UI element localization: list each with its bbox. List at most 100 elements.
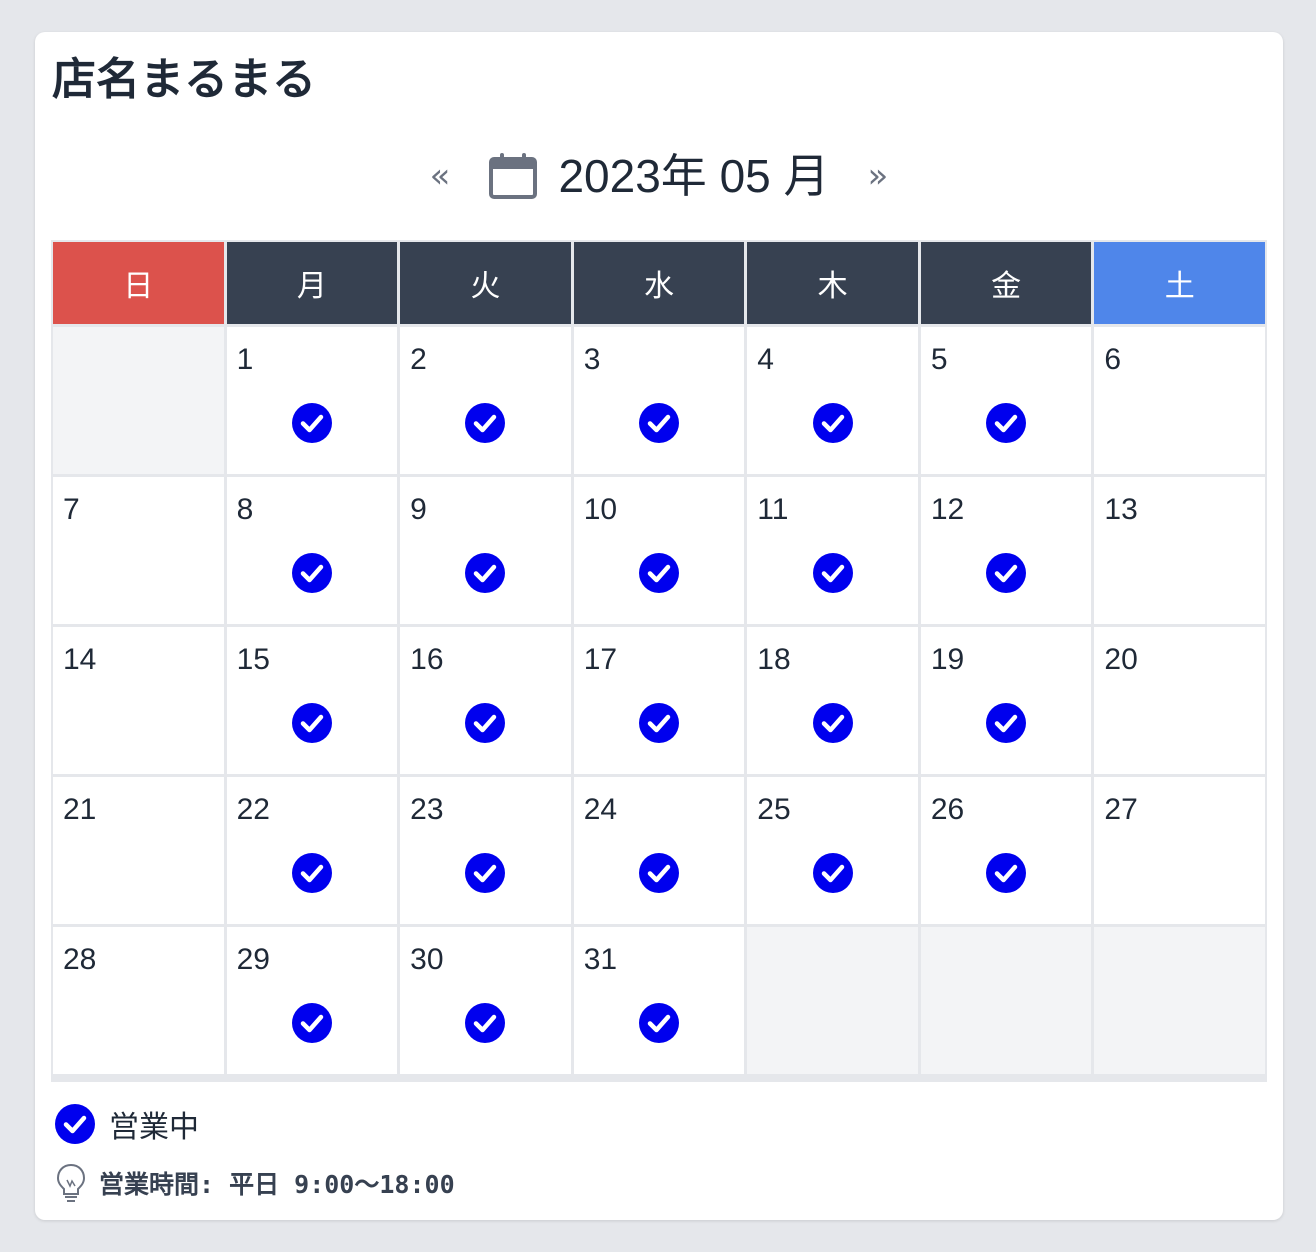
calendar-day-16[interactable]: 16 [400,627,571,774]
day-number: 25 [757,793,791,826]
open-check-icon [291,853,332,893]
calendar-day-20[interactable]: 20 [1094,627,1265,774]
open-check-icon [638,1003,679,1043]
calendar-day-21[interactable]: 21 [53,777,224,924]
calendar-day-19[interactable]: 19 [920,627,1092,774]
shop-name: 店名まるまる [52,54,316,105]
calendar-day-9[interactable]: 9 [400,477,571,624]
calendar-day-31[interactable]: 31 [573,927,745,1074]
calendar-day-4[interactable]: 4 [747,327,918,474]
open-check-icon [812,853,853,893]
day-number: 4 [757,343,774,376]
calendar-day-8[interactable]: 8 [226,477,398,624]
day-number: 31 [583,943,618,976]
calendar-day-25[interactable]: 25 [747,777,918,924]
day-number: 13 [1104,493,1138,526]
day-number: 11 [757,493,789,526]
calendar-day-26[interactable]: 26 [920,777,1092,924]
calendar-day-14[interactable]: 14 [53,627,224,774]
day-number: 29 [236,943,270,976]
calendar-day-11[interactable]: 11 [747,477,918,624]
calendar-day-22[interactable]: 22 [226,777,398,924]
next-month-button[interactable]: » [858,144,899,208]
day-number: 17 [583,643,618,676]
calendar-day-15[interactable]: 15 [226,627,398,774]
day-number: 3 [583,343,601,376]
calendar-day-empty [53,327,224,474]
open-check-icon [986,403,1027,443]
open-check-icon [638,703,679,743]
open-check-icon [638,403,679,443]
calendar-day-2[interactable]: 2 [400,327,571,474]
open-check-icon [638,553,679,593]
calendar-day-23[interactable]: 23 [400,777,571,924]
open-check-icon [291,1003,332,1043]
day-number: 20 [1104,643,1138,676]
day-number: 19 [930,643,965,676]
calendar-day-30[interactable]: 30 [400,927,571,1074]
calendar-day-3[interactable]: 3 [573,327,745,474]
calendar-grid: 日月火水木金土 1 2 3 4 5 6 7 8 9 10 11 12 13 14 15 16 17 18 19 20 21… [51,240,1267,1082]
calendar-day-17[interactable]: 17 [573,627,745,774]
weekday-header-mon: 月 [226,242,398,324]
day-number: 7 [63,493,80,526]
calendar-day-18[interactable]: 18 [747,627,918,774]
day-number: 26 [930,793,965,826]
calendar-day-1[interactable]: 1 [226,327,398,474]
open-check-icon [465,853,506,893]
day-number: 9 [410,493,427,526]
calendar-day-7[interactable]: 7 [53,477,224,624]
lightbulb-icon [56,1163,86,1202]
calendar-day-empty [920,927,1092,1074]
check-circle-icon [55,1104,95,1144]
open-check-icon [812,403,853,443]
weekday-header-thu: 木 [747,242,918,324]
day-number: 16 [410,643,444,676]
day-number: 12 [930,493,965,526]
calendar-day-28[interactable]: 28 [53,927,224,1074]
day-number: 18 [757,643,791,676]
prev-month-button[interactable]: « [420,144,461,208]
open-check-icon [812,553,853,593]
weekday-header-sat: 土 [1094,242,1265,324]
day-number: 28 [63,943,97,976]
weekday-header-wed: 水 [573,242,745,324]
calendar-day-27[interactable]: 27 [1094,777,1265,924]
day-number: 10 [583,493,618,526]
business-hours: 営業時間: 平日 9:00〜18:00 [55,1162,455,1204]
open-check-icon [986,703,1027,743]
calendar-day-13[interactable]: 13 [1094,477,1265,624]
day-number: 23 [410,793,444,826]
day-number: 30 [410,943,444,976]
day-number: 15 [236,643,270,676]
calendar-day-5[interactable]: 5 [920,327,1092,474]
day-number: 8 [236,493,254,526]
day-number: 22 [236,793,270,826]
calendar-day-29[interactable]: 29 [226,927,398,1074]
calendar-day-24[interactable]: 24 [573,777,745,924]
weekday-header-tue: 火 [400,242,571,324]
open-check-icon [986,553,1027,593]
calendar-day-10[interactable]: 10 [573,477,745,624]
calendar-day-empty [1094,927,1265,1074]
day-number: 21 [63,793,97,826]
legend-open-label: 営業中 [109,1110,199,1145]
weekday-header-sun: 日 [53,242,224,324]
current-month-label: 2023年 05 月 [558,150,830,202]
open-check-icon [465,553,506,593]
open-check-icon [986,853,1027,893]
open-check-icon [465,703,506,743]
open-check-icon [465,1003,506,1043]
open-check-icon [812,703,853,743]
calendar-day-6[interactable]: 6 [1094,327,1265,474]
legend: 営業中 [55,1102,199,1146]
business-hours-text: 営業時間: 平日 9:00〜18:00 [99,1170,455,1199]
day-number: 24 [583,793,618,826]
open-check-icon [465,403,506,443]
open-check-icon [291,403,332,443]
day-number: 27 [1104,793,1138,826]
calendar-day-12[interactable]: 12 [920,477,1092,624]
day-number: 14 [63,643,97,676]
open-check-icon [291,703,332,743]
calendar-card: 店名まるまる « 2023年 05 月 » 日月火水木金土 1 2 3 4 5 6 7 8 9 10… [35,32,1283,1220]
